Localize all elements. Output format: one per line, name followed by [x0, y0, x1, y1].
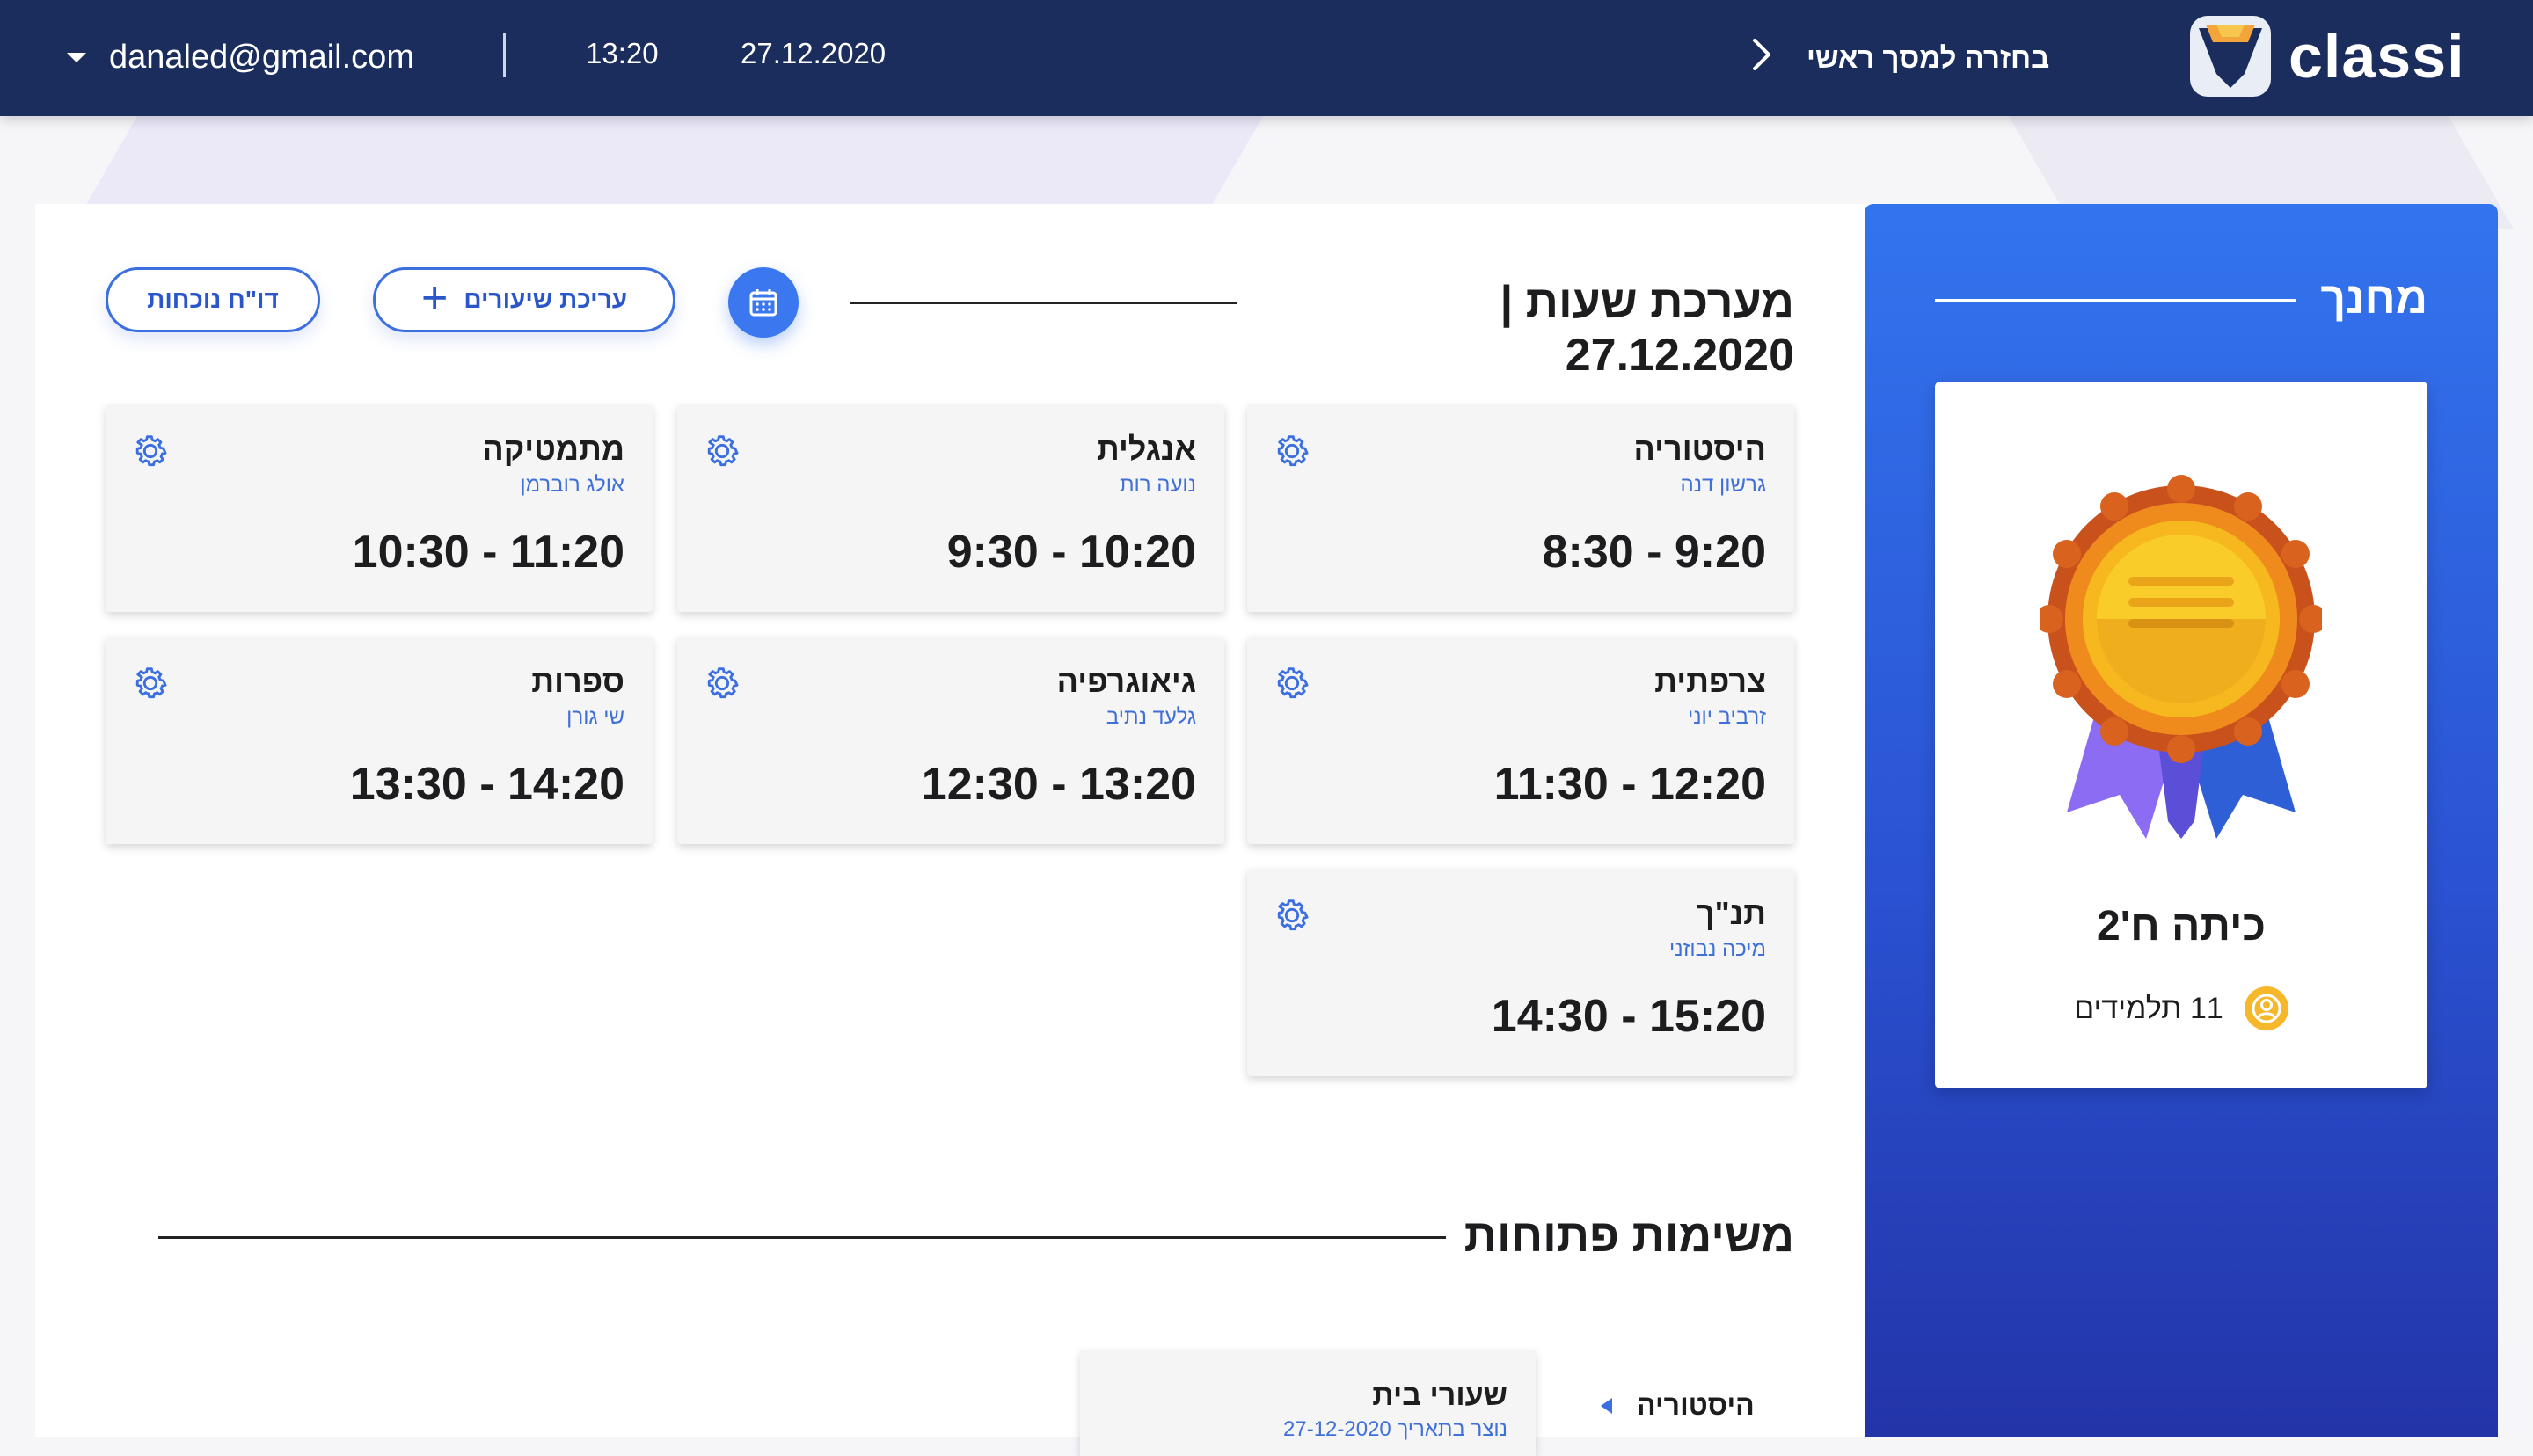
lesson-time: 13:30 - 14:20: [349, 759, 624, 810]
header-divider: [503, 33, 506, 77]
students-count[interactable]: 11 תלמידים: [1935, 986, 2427, 1030]
user-email[interactable]: danaled@gmail.com: [109, 39, 414, 76]
students-label: 11 תלמידים: [2074, 991, 2223, 1025]
lesson-card[interactable]: תנ"ך מיכה נבוזני 14:30 - 15:20: [1247, 869, 1794, 1076]
sidebar-divider: [1935, 299, 2296, 302]
task-subject-toggle[interactable]: היסטוריה: [1601, 1389, 1755, 1422]
user-circle-icon: [2244, 986, 2288, 1030]
lesson-subject: אנגלית: [1096, 431, 1196, 467]
calendar-icon: [749, 289, 777, 317]
lesson-card[interactable]: אנגלית נועה רות 9:30 - 10:20: [677, 404, 1224, 612]
calendar-button[interactable]: [728, 267, 799, 338]
back-label[interactable]: בחזרה למסך ראשי: [1807, 41, 2049, 75]
edit-lessons-button[interactable]: עריכת שיעורים +: [373, 267, 675, 332]
current-date: 27.12.2020: [741, 37, 887, 69]
gear-icon[interactable]: [1272, 431, 1312, 471]
lesson-teacher: גלעד נתיב: [1106, 705, 1196, 729]
gear-icon[interactable]: [130, 663, 171, 703]
lesson-card[interactable]: גיאוגרפיה גלעד נתיב 12:30 - 13:20: [677, 637, 1224, 844]
lesson-card[interactable]: היסטוריה גרשון דנה 8:30 - 9:20: [1247, 404, 1794, 612]
lesson-teacher: זרביב יוני: [1687, 705, 1766, 729]
sidebar-title: מחנך: [2320, 273, 2427, 323]
lesson-time: 8:30 - 9:20: [1542, 527, 1766, 578]
tasks-divider: [158, 1236, 1446, 1239]
homeroom-sidebar: מחנך כיתה ח'2 11 תלמידים: [1865, 204, 2498, 1437]
lesson-teacher: נועה רות: [1119, 473, 1196, 497]
class-card[interactable]: כיתה ח'2 11 תלמידים: [1935, 382, 2427, 1088]
lesson-teacher: אולג רוברמן: [520, 473, 624, 497]
top-bar: danaled@gmail.com 13:20 27.12.2020 בחזרה…: [0, 0, 2533, 116]
lesson-time: 12:30 - 13:20: [921, 759, 1196, 810]
attendance-report-button[interactable]: דו"ח נוכחות: [106, 267, 320, 332]
gear-icon[interactable]: [1272, 895, 1312, 935]
lesson-time: 10:30 - 11:20: [352, 527, 624, 578]
gear-icon[interactable]: [130, 431, 171, 471]
lesson-time: 14:30 - 15:20: [1491, 991, 1766, 1042]
lesson-teacher: מיכה נבוזני: [1669, 937, 1766, 961]
edit-lessons-label[interactable]: עריכת שיעורים: [464, 286, 627, 314]
attendance-report-label[interactable]: דו"ח נוכחות: [147, 286, 279, 314]
lesson-card[interactable]: מתמטיקה אולג רוברמן 10:30 - 11:20: [106, 404, 653, 612]
lesson-teacher: גרשון דנה: [1680, 473, 1766, 497]
lesson-card[interactable]: צרפתית זרביב יוני 11:30 - 12:20: [1247, 637, 1794, 844]
lesson-card[interactable]: ספרות שי גורן 13:30 - 14:20: [106, 637, 653, 844]
lesson-time: 9:30 - 10:20: [946, 527, 1196, 578]
current-time: 13:20: [586, 37, 659, 69]
lesson-subject: צרפתית: [1654, 663, 1766, 699]
lesson-subject: גיאוגרפיה: [1056, 663, 1196, 699]
lesson-time: 11:30 - 12:20: [1493, 759, 1766, 810]
task-date: נוצר בתאריך 27-12-2020: [1283, 1417, 1507, 1441]
lesson-subject: מתמטיקה: [482, 431, 624, 467]
open-tasks-title: משימות פתוחות: [1464, 1211, 1794, 1262]
logo-icon: [2190, 16, 2271, 97]
lesson-subject: תנ"ך: [1696, 895, 1766, 931]
award-medal-icon: [2040, 475, 2322, 839]
task-subject-label[interactable]: היסטוריה: [1637, 1389, 1755, 1422]
task-card[interactable]: שעורי בית נוצר בתאריך 27-12-2020: [1080, 1350, 1536, 1456]
task-title: שעורי בית: [1372, 1379, 1507, 1412]
gear-icon[interactable]: [702, 663, 742, 703]
chevron-right-icon[interactable]: [1750, 34, 1773, 82]
lesson-subject: היסטוריה: [1633, 431, 1766, 467]
schedule-title: מערכת שעות | 27.12.2020: [1500, 277, 1794, 381]
class-name: כיתה ח'2: [2096, 903, 2267, 950]
triangle-left-icon[interactable]: [1601, 1397, 1612, 1414]
logo-text: classi: [2288, 22, 2465, 91]
gear-icon[interactable]: [1272, 663, 1312, 703]
lesson-teacher: שי גורן: [566, 705, 624, 729]
caret-down-icon[interactable]: [67, 52, 86, 62]
plus-icon[interactable]: +: [421, 275, 448, 321]
lesson-subject: ספרות: [531, 663, 624, 699]
logo[interactable]: classi: [2186, 12, 2465, 100]
gear-icon[interactable]: [702, 431, 742, 471]
user-menu[interactable]: danaled@gmail.com: [67, 33, 414, 81]
schedule-divider: [850, 302, 1237, 304]
back-to-main-button[interactable]: בחזרה למסך ראשי: [1750, 32, 2049, 84]
